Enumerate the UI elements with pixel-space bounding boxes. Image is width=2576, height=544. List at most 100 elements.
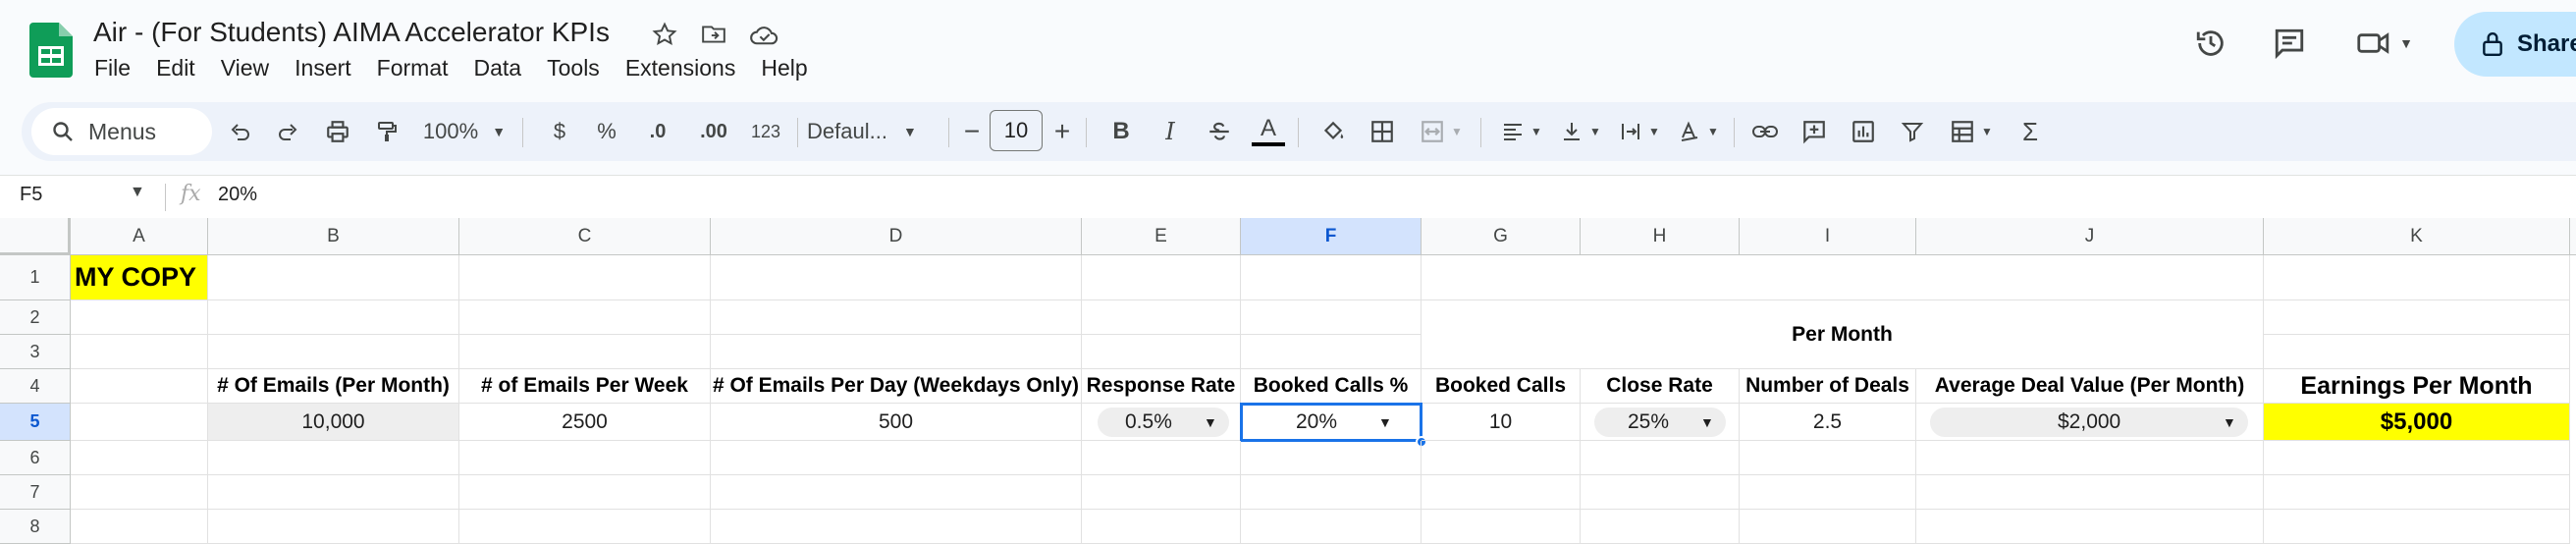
font-family-select[interactable]: Defaul... ▼: [807, 112, 944, 151]
cell-k6[interactable]: [2264, 441, 2570, 475]
percent-format-button[interactable]: %: [589, 112, 624, 151]
cell-b1[interactable]: [208, 255, 459, 300]
value-emails-per-day[interactable]: 500: [711, 404, 1082, 441]
column-header-j[interactable]: J: [1916, 218, 2264, 255]
paint-format-icon[interactable]: [365, 112, 408, 151]
cell-f8[interactable]: [1241, 510, 1422, 544]
table-views-icon[interactable]: ▼: [1942, 112, 2001, 151]
response-rate-dropdown[interactable]: 0.5% ▼: [1098, 408, 1229, 437]
header-emails-per-week[interactable]: # of Emails Per Week: [459, 369, 711, 404]
cell-g1[interactable]: [1422, 255, 1581, 300]
vertical-align-icon[interactable]: ▼: [1553, 112, 1608, 151]
menu-extensions[interactable]: Extensions: [625, 55, 750, 82]
text-rotation-icon[interactable]: ▼: [1671, 112, 1726, 151]
cell-d2[interactable]: [711, 300, 1082, 335]
functions-button[interactable]: Σ: [2011, 112, 2050, 151]
zoom-select[interactable]: 100% ▼: [420, 112, 509, 151]
column-header-f[interactable]: F: [1241, 218, 1422, 255]
menu-insert[interactable]: Insert: [295, 55, 365, 82]
menu-tools[interactable]: Tools: [547, 55, 614, 82]
header-emails-per-month[interactable]: # Of Emails (Per Month): [208, 369, 459, 404]
number-format-button[interactable]: 123: [744, 112, 787, 151]
decrease-font-size-button[interactable]: −: [958, 112, 986, 151]
row-header-4[interactable]: 4: [0, 369, 71, 404]
header-booked-calls[interactable]: Booked Calls: [1422, 369, 1581, 404]
column-header-i[interactable]: I: [1740, 218, 1916, 255]
cell-i8[interactable]: [1740, 510, 1916, 544]
value-emails-per-month[interactable]: 10,000: [208, 404, 459, 441]
cell-g6[interactable]: [1422, 441, 1581, 475]
cell-h1[interactable]: [1581, 255, 1740, 300]
decrease-decimal-button[interactable]: .0: [636, 112, 679, 151]
cell-i6[interactable]: [1740, 441, 1916, 475]
header-number-of-deals[interactable]: Number of Deals: [1740, 369, 1916, 404]
cell-d1[interactable]: [711, 255, 1082, 300]
cell-j6[interactable]: [1916, 441, 2264, 475]
menu-data[interactable]: Data: [474, 55, 536, 82]
cell-k1[interactable]: [2264, 255, 2570, 300]
header-close-rate[interactable]: Close Rate: [1581, 369, 1740, 404]
cell-k3[interactable]: [2264, 335, 2570, 369]
fill-color-icon[interactable]: [1314, 112, 1353, 151]
cell-a6[interactable]: [71, 441, 208, 475]
strikethrough-icon[interactable]: [1200, 112, 1239, 151]
merge-cells-icon[interactable]: ▼: [1412, 112, 1471, 151]
column-header-b[interactable]: B: [208, 218, 459, 255]
cell-k8[interactable]: [2264, 510, 2570, 544]
close-rate-dropdown[interactable]: 25% ▼: [1594, 408, 1726, 437]
row-header-6[interactable]: 6: [0, 441, 71, 475]
value-earnings-per-month[interactable]: $5,000: [2264, 404, 2570, 441]
google-sheets-logo-icon[interactable]: [29, 23, 73, 78]
undo-icon[interactable]: [218, 112, 261, 151]
cell-e3[interactable]: [1082, 335, 1241, 369]
cell-b6[interactable]: [208, 441, 459, 475]
cell-i7[interactable]: [1740, 475, 1916, 510]
cell-b2[interactable]: [208, 300, 459, 335]
version-history-icon[interactable]: [2189, 22, 2232, 65]
insert-link-icon[interactable]: [1745, 112, 1785, 151]
cloud-saved-icon[interactable]: [748, 18, 781, 51]
cell-b3[interactable]: [208, 335, 459, 369]
cell-d6[interactable]: [711, 441, 1082, 475]
row-header-3[interactable]: 3: [0, 335, 71, 369]
currency-format-button[interactable]: $: [542, 112, 577, 151]
cell-a1[interactable]: MY COPY: [71, 255, 208, 300]
menu-format[interactable]: Format: [377, 55, 462, 82]
header-emails-per-day[interactable]: # Of Emails Per Day (Weekdays Only): [711, 369, 1082, 404]
cell-e1[interactable]: [1082, 255, 1241, 300]
cell-j8[interactable]: [1916, 510, 2264, 544]
redo-icon[interactable]: [267, 112, 310, 151]
document-title[interactable]: Air - (For Students) AIMA Accelerator KP…: [93, 17, 610, 48]
value-booked-calls[interactable]: 10: [1422, 404, 1581, 441]
name-box[interactable]: F5: [20, 184, 42, 206]
cell-e7[interactable]: [1082, 475, 1241, 510]
text-color-icon[interactable]: A: [1249, 112, 1288, 151]
row-header-7[interactable]: 7: [0, 475, 71, 510]
select-all-corner[interactable]: [0, 218, 71, 255]
star-icon[interactable]: [648, 18, 681, 51]
cell-h8[interactable]: [1581, 510, 1740, 544]
value-emails-per-week[interactable]: 2500: [459, 404, 711, 441]
cell-a5[interactable]: [71, 404, 208, 441]
row-header-2[interactable]: 2: [0, 300, 71, 335]
print-icon[interactable]: [316, 112, 359, 151]
header-response-rate[interactable]: Response Rate: [1082, 369, 1241, 404]
cell-e8[interactable]: [1082, 510, 1241, 544]
meet-video-icon[interactable]: ▼: [2350, 22, 2419, 65]
cell-c1[interactable]: [459, 255, 711, 300]
menu-edit[interactable]: Edit: [156, 55, 209, 82]
cell-d8[interactable]: [711, 510, 1082, 544]
insert-comment-icon[interactable]: [1795, 112, 1834, 151]
menu-help[interactable]: Help: [761, 55, 821, 82]
cell-i1[interactable]: [1740, 255, 1916, 300]
cell-k7[interactable]: [2264, 475, 2570, 510]
cell-g7[interactable]: [1422, 475, 1581, 510]
cell-b8[interactable]: [208, 510, 459, 544]
menus-search[interactable]: Menus: [31, 108, 212, 155]
cell-c6[interactable]: [459, 441, 711, 475]
text-wrapping-icon[interactable]: ▼: [1612, 112, 1667, 151]
cell-j1[interactable]: [1916, 255, 2264, 300]
chevron-down-icon[interactable]: ▼: [130, 184, 145, 201]
increase-font-size-button[interactable]: +: [1048, 112, 1076, 151]
column-header-c[interactable]: C: [459, 218, 711, 255]
